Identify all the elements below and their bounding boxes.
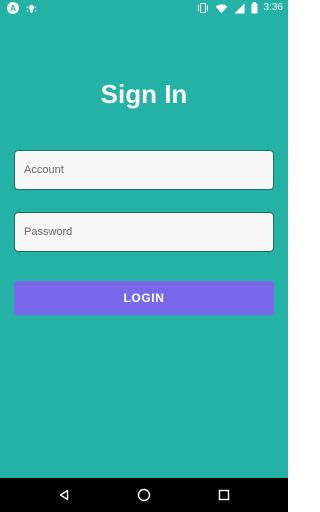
login-button[interactable]: LOGIN [14,281,274,315]
status-left-icons: A [7,2,37,14]
status-right-icons: 3:36 [197,2,283,14]
signal-icon [234,3,245,13]
page-title: Sign In [100,79,188,109]
recents-icon [218,489,230,501]
navigation-bar [0,478,288,512]
battery-icon [251,2,258,14]
nav-back-button[interactable] [55,486,73,504]
status-bar: A 3:36 [0,0,288,17]
vibrate-icon [197,3,208,13]
home-icon [137,488,151,502]
wifi-icon [215,3,227,13]
bug-icon [26,4,37,13]
account-input[interactable] [14,150,274,190]
a-icon: A [7,2,19,14]
sign-in-screen: A 3:36 Sign In Account LOGIN [0,0,288,512]
nav-home-button[interactable] [135,486,153,504]
password-input[interactable] [14,212,274,252]
nav-recents-button[interactable] [215,486,233,504]
back-icon [59,489,69,501]
status-time: 3:36 [263,2,283,13]
